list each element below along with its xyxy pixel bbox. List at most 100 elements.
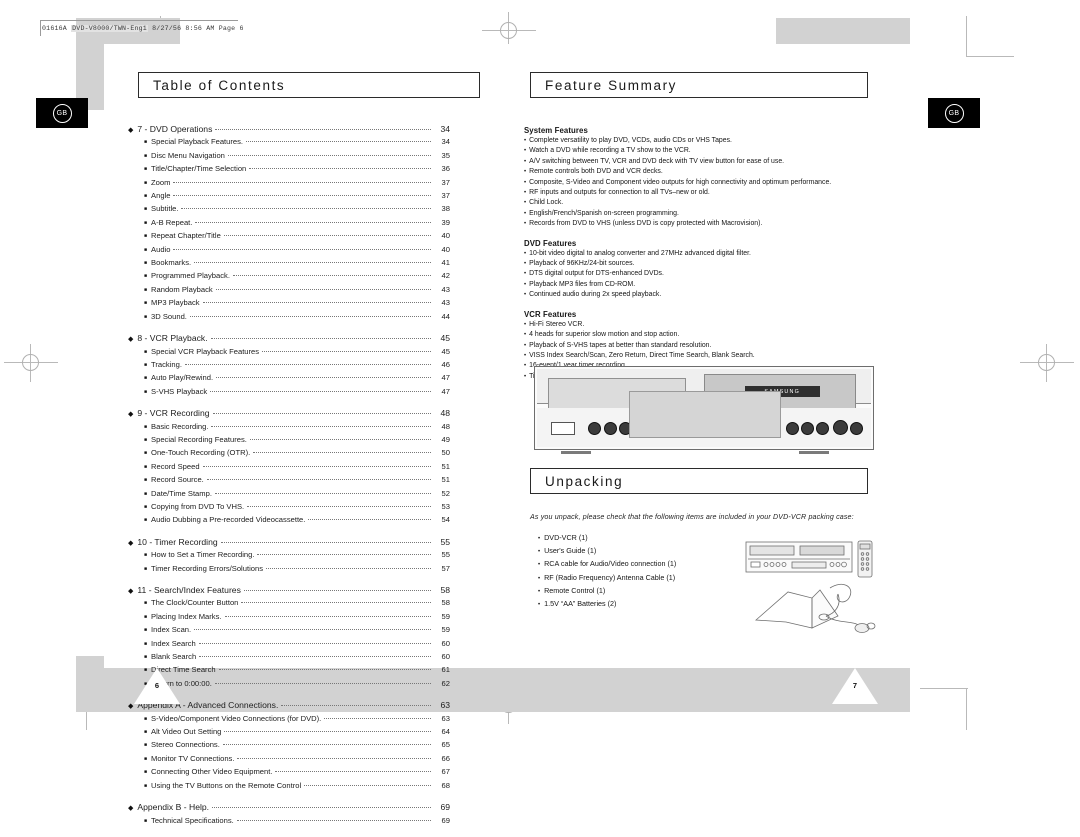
toc-leader-dots <box>198 636 431 644</box>
toc-leader-dots <box>210 384 431 392</box>
registration-mark-top <box>482 12 536 50</box>
deck-power-button <box>551 421 575 435</box>
toc-entry-label: Connecting Other Video Equipment. <box>151 767 273 777</box>
toc-page-number: 58 <box>441 598 450 608</box>
square-bullet-icon: ■ <box>144 463 148 470</box>
toc-leader-dots <box>249 161 431 170</box>
toc-leader-dots <box>194 622 431 631</box>
toc-entry-row[interactable]: ■ Timer Recording Errors/Solutions 57 <box>128 563 450 576</box>
toc-page-number: 36 <box>441 164 450 174</box>
feature-list-item: Records from DVD to VHS (unless DVD is c… <box>524 219 872 229</box>
square-bullet-icon: ■ <box>144 300 148 307</box>
toc-page-number: 43 <box>441 298 450 308</box>
toc-leader-dots <box>257 547 431 556</box>
square-bullet-icon: ■ <box>144 503 148 510</box>
toc-leader-dots <box>262 344 431 352</box>
square-bullet-icon: ■ <box>144 490 148 497</box>
toc-page-number: 40 <box>441 231 450 241</box>
toc-page-number: 65 <box>441 740 450 750</box>
square-bullet-icon: ■ <box>144 166 148 173</box>
feature-list-item: Hi-Fi Stereo VCR. <box>524 320 872 330</box>
toc-entry-label: Programmed Playback. <box>151 271 230 281</box>
toc-entry-label: Using the TV Buttons on the Remote Contr… <box>151 780 302 790</box>
toc-page-number: 50 <box>441 448 450 458</box>
toc-entry-row[interactable]: ■ S-VHS Playback 47 <box>128 386 450 399</box>
square-bullet-icon: ■ <box>144 742 148 749</box>
toc-entry-label: 10 - Timer Recording <box>137 536 218 547</box>
toc-entry-label: How to Set a Timer Recording. <box>151 550 255 560</box>
square-bullet-icon: ■ <box>144 375 148 382</box>
toc-page-number: 62 <box>441 678 450 688</box>
toc-page-number: 60 <box>441 638 450 648</box>
toc-page-number: 51 <box>441 461 450 471</box>
square-bullet-icon: ■ <box>144 286 148 293</box>
toc-page-number: 59 <box>441 625 450 635</box>
toc-page-number: 64 <box>441 727 450 737</box>
toc-entry-label: Timer Recording Errors/Solutions <box>151 563 264 573</box>
toc-entry-label: Index Search <box>151 638 196 648</box>
toc-page-number: 39 <box>441 217 450 227</box>
toc-page-number: 37 <box>441 191 450 201</box>
toc-page-number: 49 <box>441 434 450 444</box>
toc-entry-label: The Clock/Counter Button <box>151 598 239 608</box>
unpacking-item: RF (Radio Frequency) Antenna Cable (1) <box>538 572 676 585</box>
unpacking-items-list: DVD-VCR (1)User's Guide (1)RCA cable for… <box>538 532 676 611</box>
table-of-contents-title-bar: Table of Contents <box>138 72 480 98</box>
toc-leader-dots <box>304 778 431 786</box>
toc-page-number: 63 <box>440 700 450 711</box>
feature-list-item: 10-bit video digital to analog converter… <box>524 249 872 259</box>
toc-leader-dots <box>214 486 431 494</box>
toc-leader-dots <box>222 737 431 746</box>
unpacking-item: RCA cable for Audio/Video connection (1) <box>538 558 676 571</box>
slug-page: Page 6 <box>218 25 244 32</box>
toc-leader-dots <box>220 535 431 543</box>
toc-entry-row[interactable]: ■ 3D Sound. 44 <box>128 311 450 324</box>
toc-entry-label: Index Scan. <box>151 625 192 635</box>
square-bullet-icon: ■ <box>144 477 148 484</box>
square-bullet-icon: ■ <box>144 260 148 267</box>
toc-group: ◆ Appendix B - Help. 69 ■ Technical Specific… <box>128 802 450 828</box>
slug-rule <box>40 20 238 21</box>
registration-mark-left <box>4 344 58 382</box>
feature-list-item: DTS digital output for DTS-enhanced DVDs… <box>524 269 872 279</box>
slug-date: 8/27/56 <box>152 25 182 32</box>
toc-leader-dots <box>247 499 431 507</box>
toc-leader-dots <box>202 459 431 467</box>
toc-entry-label: MP3 Playback <box>151 298 200 308</box>
toc-entry-label: Appendix B - Help. <box>137 802 210 813</box>
toc-page-number: 44 <box>441 311 450 321</box>
toc-page-number: 61 <box>441 665 450 675</box>
square-bullet-icon: ■ <box>144 273 148 280</box>
toc-leader-dots <box>199 649 431 658</box>
square-bullet-icon: ■ <box>144 627 148 634</box>
toc-leader-dots <box>275 764 431 773</box>
toc-entry-label: Repeat Chapter/Title <box>151 231 221 241</box>
region-badge-icon: GB <box>52 103 72 123</box>
feature-section-list: 10-bit video digital to analog converter… <box>524 249 872 301</box>
prepress-slug: 01616A DVD-V8000/TWN-Eng1 8/27/56 8:56 A… <box>42 23 244 35</box>
toc-entry-label: Date/Time Stamp. <box>151 488 212 498</box>
toc-page-number: 37 <box>441 177 450 187</box>
slug-time: 8:56 AM <box>185 25 215 32</box>
toc-page-number: 52 <box>441 488 450 498</box>
toc-entry-label: Tracking. <box>151 359 182 369</box>
toc-entry-label: Audio <box>151 244 171 254</box>
square-bullet-icon: ■ <box>144 729 148 736</box>
region-tab-left: GB <box>36 98 88 128</box>
diamond-bullet-icon: ◆ <box>128 539 134 547</box>
toc-entry-label: Bookmarks. <box>151 258 192 268</box>
feature-section-heading: System Features <box>524 126 588 135</box>
feature-list-item: A/V switching between TV, VCR and DVD de… <box>524 157 872 167</box>
toc-leader-dots <box>173 242 431 250</box>
toc-entry-label: Placing Index Marks. <box>151 611 222 621</box>
toc-entry-row[interactable]: ■ Audio Dubbing a Pre-recorded Videocasse… <box>128 514 450 527</box>
toc-entry-row[interactable]: ■ Technical Specifications. 69 <box>128 815 450 828</box>
toc-leader-dots <box>227 148 431 156</box>
registration-mark-right <box>1020 344 1074 382</box>
toc-leader-dots <box>202 295 431 304</box>
feature-list-item: Watch a DVD while recording a TV show to… <box>524 146 872 156</box>
crop-mark-top-right-v <box>966 16 967 56</box>
toc-entry-row[interactable]: ■ Using the TV Buttons on the Remote Cont… <box>128 780 450 793</box>
toc-page-number: 42 <box>441 271 450 281</box>
toc-entry-label: 8 - VCR Playback. <box>137 333 208 344</box>
